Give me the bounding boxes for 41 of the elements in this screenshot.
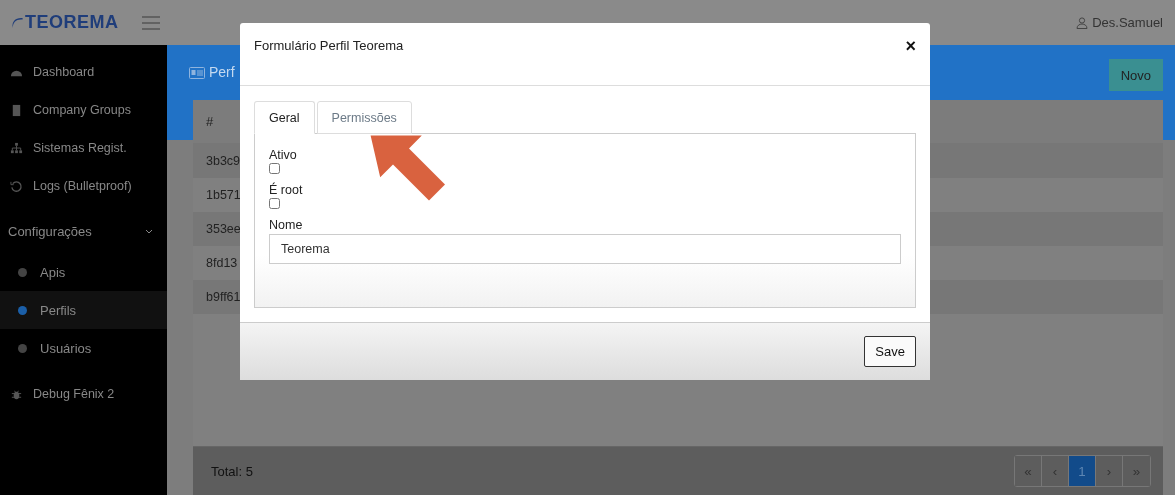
table-cell: 1b571 bbox=[206, 188, 241, 202]
table-cell: b9ff61 bbox=[206, 290, 241, 304]
sidebar-section[interactable]: Configurações bbox=[0, 209, 167, 253]
history-icon bbox=[10, 179, 23, 193]
id-card-icon bbox=[189, 67, 205, 79]
page-title: Perf bbox=[209, 64, 235, 80]
sitemap-icon bbox=[10, 141, 23, 155]
table-cell: 8fd13 bbox=[206, 256, 238, 270]
logo[interactable]: TEOREMA bbox=[10, 12, 130, 33]
bullet-icon bbox=[18, 305, 27, 315]
field-label: Ativo bbox=[269, 148, 297, 162]
sidebar-item[interactable]: Perfils bbox=[0, 291, 167, 329]
tab[interactable]: Permissões bbox=[316, 101, 412, 134]
tab[interactable]: Geral bbox=[254, 101, 315, 134]
sidebar-item[interactable]: Logs (Bulletproof) bbox=[0, 167, 167, 205]
sidebar-item[interactable]: Apis bbox=[0, 253, 167, 291]
field-label: Nome bbox=[269, 218, 303, 232]
chevron-icon bbox=[145, 228, 153, 234]
sidebar-item[interactable]: Debug Fênix 2 bbox=[0, 375, 167, 413]
checkbox[interactable] bbox=[269, 163, 280, 174]
field-label: É root bbox=[269, 183, 303, 197]
sidebar-item[interactable]: Dashboard bbox=[0, 53, 167, 91]
modal-title: Formulário Perfil Teorema bbox=[254, 38, 404, 53]
total-count: Total: 5 bbox=[211, 463, 253, 479]
column-header: # bbox=[206, 114, 214, 129]
user-icon bbox=[1076, 16, 1089, 29]
save-button[interactable]: Save bbox=[864, 336, 916, 367]
sidebar-item[interactable]: Usuários bbox=[0, 329, 167, 367]
user-menu[interactable]: Des.Samuel bbox=[1076, 15, 1163, 30]
sidebar-item[interactable]: Sistemas Regist. bbox=[0, 129, 167, 167]
table-cell: 3b3c9 bbox=[206, 154, 241, 168]
checkbox[interactable] bbox=[269, 198, 280, 209]
sidebar-item[interactable]: Company Groups bbox=[0, 91, 167, 129]
close-button[interactable]: × bbox=[905, 38, 916, 54]
new-button[interactable]: Novo bbox=[1108, 59, 1163, 91]
bullet-icon bbox=[18, 267, 27, 277]
table-cell: 353ee bbox=[206, 222, 241, 236]
bullet-icon bbox=[18, 343, 27, 353]
building-icon bbox=[10, 103, 23, 117]
logo-text: TEOREMA bbox=[25, 12, 119, 33]
name-field[interactable]: Teorema bbox=[269, 234, 901, 264]
